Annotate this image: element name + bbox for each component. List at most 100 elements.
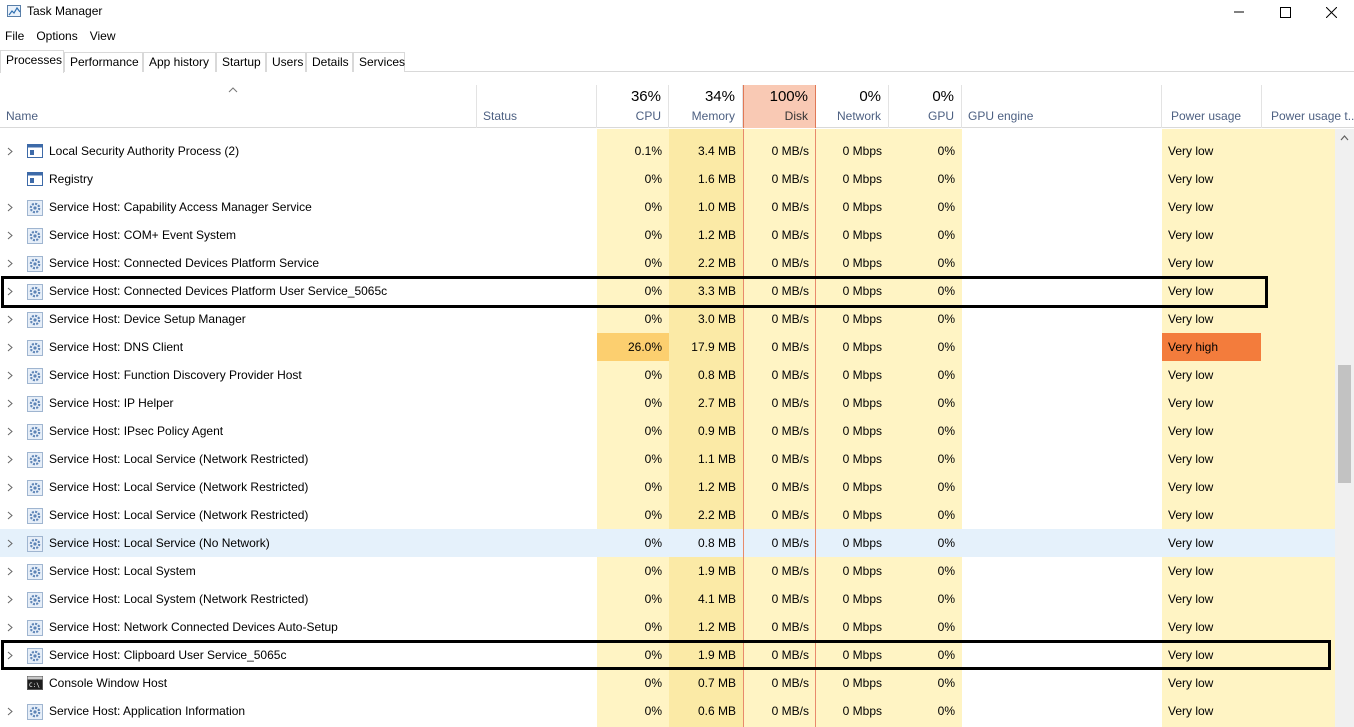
memory-value: 1.1 MB (697, 452, 736, 466)
power-usage-value: Very low (1168, 396, 1214, 410)
header-memory[interactable]: 34% Memory (669, 85, 743, 128)
tab-app-history[interactable]: App history (143, 52, 216, 72)
chevron-right-icon[interactable] (7, 707, 13, 716)
disk-value: 0 MB/s (771, 368, 809, 382)
window-icon (27, 144, 43, 158)
chevron-right-icon[interactable] (7, 539, 13, 548)
memory-value: 1.6 MB (697, 172, 736, 186)
header-network[interactable]: 0% Network (816, 85, 889, 128)
gpu-value: 0% (937, 424, 955, 438)
chevron-right-icon[interactable] (7, 483, 13, 492)
chevron-right-icon[interactable] (7, 147, 13, 156)
tab-processes[interactable]: Processes (0, 50, 64, 73)
process-row[interactable]: Service Host: Connected Devices Platform… (0, 249, 1335, 277)
tab-services[interactable]: Services (353, 52, 405, 72)
process-row[interactable]: Service Host: Local System (Network Rest… (0, 585, 1335, 613)
header-power-usage-trend[interactable]: Power usage t... (1262, 85, 1354, 128)
scrollbar-thumb[interactable] (1338, 365, 1351, 483)
process-row[interactable]: Service Host: DNS Client 26.0% 17.9 MB 0 MB… (0, 333, 1335, 361)
scroll-up-icon[interactable] (1340, 135, 1349, 141)
chevron-right-icon[interactable] (7, 343, 13, 352)
cpu-value: 0% (644, 564, 662, 578)
disk-value: 0 MB/s (771, 564, 809, 578)
network-value: 0 Mbps (842, 256, 882, 270)
process-row[interactable]: Local Security Authority Process (2) 0.1%… (0, 137, 1335, 165)
menu-options[interactable]: Options (30, 27, 83, 47)
process-name: Service Host: IP Helper (49, 396, 174, 410)
process-name: Service Host: Connected Devices Platform… (49, 256, 320, 270)
process-row[interactable]: Service Host: Device Setup Manager 0% 3.0 … (0, 305, 1335, 333)
cpu-value: 0% (644, 424, 662, 438)
process-row[interactable]: Registry 0% 1.6 MB 0 MB/s 0 Mbps 0% Very low (0, 165, 1335, 193)
network-value: 0 Mbps (842, 676, 882, 690)
gear-icon (27, 592, 43, 608)
cpu-value: 0% (644, 452, 662, 466)
header-disk[interactable]: 100% Disk (743, 85, 816, 128)
chevron-right-icon[interactable] (7, 203, 13, 212)
process-row[interactable]: Service Host: Local Service (Network Res… (0, 473, 1335, 501)
process-row[interactable]: Service Host: Local Service (Network Res… (0, 445, 1335, 473)
memory-value: 1.2 MB (697, 620, 736, 634)
header-cpu[interactable]: 36% CPU (597, 85, 669, 128)
header-power-usage[interactable]: Power usage (1162, 85, 1262, 128)
process-name: Service Host: Device Setup Manager (49, 312, 246, 326)
menu-view[interactable]: View (84, 27, 122, 47)
power-usage-value: Very low (1168, 368, 1214, 382)
power-usage-value: Very low (1168, 676, 1214, 690)
vertical-scrollbar[interactable] (1335, 129, 1354, 727)
process-name: Service Host: Local Service (Network Res… (49, 452, 309, 466)
window-icon (27, 172, 43, 186)
memory-value: 17.9 MB (691, 340, 736, 354)
process-row[interactable]: C:\ Console Window Host 0% 0.7 MB 0 MB/s 0 Mb… (0, 669, 1335, 697)
chevron-right-icon[interactable] (7, 623, 13, 632)
tab-users[interactable]: Users (266, 52, 306, 72)
maximize-icon (1279, 6, 1291, 18)
disk-value: 0 MB/s (771, 144, 809, 158)
chevron-right-icon[interactable] (7, 427, 13, 436)
disk-value: 0 MB/s (771, 396, 809, 410)
chevron-right-icon[interactable] (7, 231, 13, 240)
chevron-right-icon[interactable] (7, 315, 13, 324)
tab-startup[interactable]: Startup (216, 52, 266, 72)
cpu-value: 26.0% (597, 333, 669, 361)
process-row[interactable]: Service Host: Function Discovery Provide… (0, 361, 1335, 389)
gpu-value: 0% (937, 452, 955, 466)
tab-performance[interactable]: Performance (64, 52, 143, 72)
menu-file[interactable]: File (0, 27, 30, 47)
network-value: 0 Mbps (842, 508, 882, 522)
minimize-button[interactable] (1216, 0, 1262, 24)
process-row[interactable]: Service Host: Network Connected Devices … (0, 613, 1335, 641)
header-status[interactable]: Status (477, 85, 597, 128)
process-row[interactable]: Service Host: Local Service (No Network)… (0, 529, 1335, 557)
close-button[interactable] (1308, 0, 1354, 24)
header-gpu[interactable]: 0% GPU (889, 85, 962, 128)
disk-value: 0 MB/s (771, 536, 809, 550)
header-name[interactable]: Name (0, 85, 477, 128)
gear-icon (27, 200, 43, 216)
maximize-button[interactable] (1262, 0, 1308, 24)
chevron-right-icon[interactable] (7, 455, 13, 464)
gpu-value: 0% (937, 396, 955, 410)
process-row[interactable]: Service Host: Capability Access Manager … (0, 193, 1335, 221)
chevron-right-icon[interactable] (7, 567, 13, 576)
network-value: 0 Mbps (842, 480, 882, 494)
process-row[interactable]: Service Host: Local Service (Network Res… (0, 501, 1335, 529)
close-icon (1325, 6, 1337, 18)
chevron-right-icon[interactable] (7, 595, 13, 604)
chevron-right-icon[interactable] (7, 259, 13, 268)
chevron-right-icon[interactable] (7, 399, 13, 408)
process-row[interactable]: Service Host: Local System 0% 1.9 MB 0 MB/s… (0, 557, 1335, 585)
gpu-value: 0% (937, 508, 955, 522)
gpu-value: 0% (937, 144, 955, 158)
process-row[interactable]: Service Host: IP Helper 0% 2.7 MB 0 MB/s 0 M… (0, 389, 1335, 417)
chevron-right-icon[interactable] (7, 511, 13, 520)
cpu-value: 0% (644, 620, 662, 634)
process-row[interactable]: Service Host: IPsec Policy Agent 0% 0.9 MB… (0, 417, 1335, 445)
minimize-icon (1234, 11, 1244, 13)
process-row[interactable]: Service Host: Application Information 0% 0… (0, 697, 1335, 725)
chevron-right-icon[interactable] (7, 371, 13, 380)
tab-details[interactable]: Details (306, 52, 353, 72)
sort-ascending-icon (228, 87, 238, 93)
header-gpu-engine[interactable]: GPU engine (962, 85, 1162, 128)
process-row[interactable]: Service Host: COM+ Event System 0% 1.2 MB 0… (0, 221, 1335, 249)
